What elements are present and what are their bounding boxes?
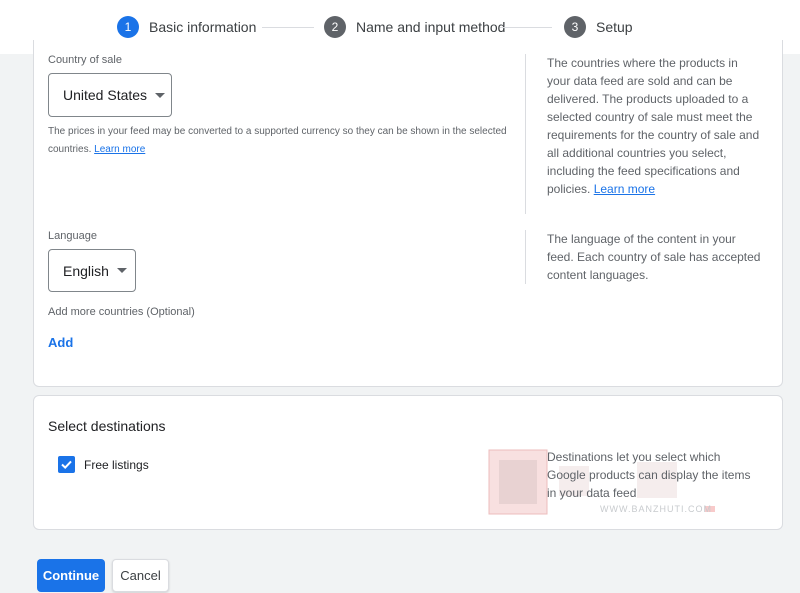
step-name-and-input-method[interactable]: 2 Name and input method <box>324 16 505 38</box>
cancel-button[interactable]: Cancel <box>112 559 169 592</box>
add-more-countries-label: Add more countries (Optional) <box>48 306 195 318</box>
language-select[interactable]: English <box>48 249 136 292</box>
step-setup[interactable]: 3 Setup <box>564 16 633 38</box>
dropdown-arrow-icon <box>116 268 127 273</box>
free-listings-label: Free listings <box>84 458 149 472</box>
step-label: Setup <box>596 19 633 35</box>
side-divider <box>525 54 526 214</box>
country-side-text: The countries where the products in your… <box>547 56 760 196</box>
checkmark-icon <box>61 460 72 470</box>
add-country-link[interactable]: Add <box>48 335 73 350</box>
watermark-text: WWW.BANZHUTI.COM <box>600 504 712 514</box>
step-label: Name and input method <box>356 19 506 35</box>
language-side-text: The language of the content in your feed… <box>547 232 761 282</box>
continue-button[interactable]: Continue <box>37 559 105 592</box>
step-basic-information[interactable]: 1 Basic information <box>117 16 256 38</box>
country-helper-text: The prices in your feed may be converted… <box>48 123 508 159</box>
destinations-title: Select destinations <box>48 418 166 434</box>
country-label: Country of sale <box>48 54 122 66</box>
free-listings-checkbox[interactable] <box>58 456 75 473</box>
step-number: 3 <box>564 16 586 38</box>
step-connector <box>262 27 314 28</box>
country-select[interactable]: United States <box>48 73 172 117</box>
language-value: English <box>63 262 109 279</box>
country-helper-learn-more-link[interactable]: Learn more <box>94 144 145 155</box>
step-connector <box>500 27 552 28</box>
side-divider <box>525 230 526 284</box>
country-value: United States <box>63 87 148 103</box>
destinations-side-text: Destinations let you select which Google… <box>547 450 751 500</box>
language-label: Language <box>48 230 97 242</box>
dropdown-arrow-icon <box>155 92 166 98</box>
country-side-learn-more-link[interactable]: Learn more <box>594 182 655 196</box>
step-label: Basic information <box>149 19 257 35</box>
step-number: 2 <box>324 16 346 38</box>
country-side-info: The countries where the products in your… <box>547 54 762 198</box>
step-number: 1 <box>117 16 139 38</box>
